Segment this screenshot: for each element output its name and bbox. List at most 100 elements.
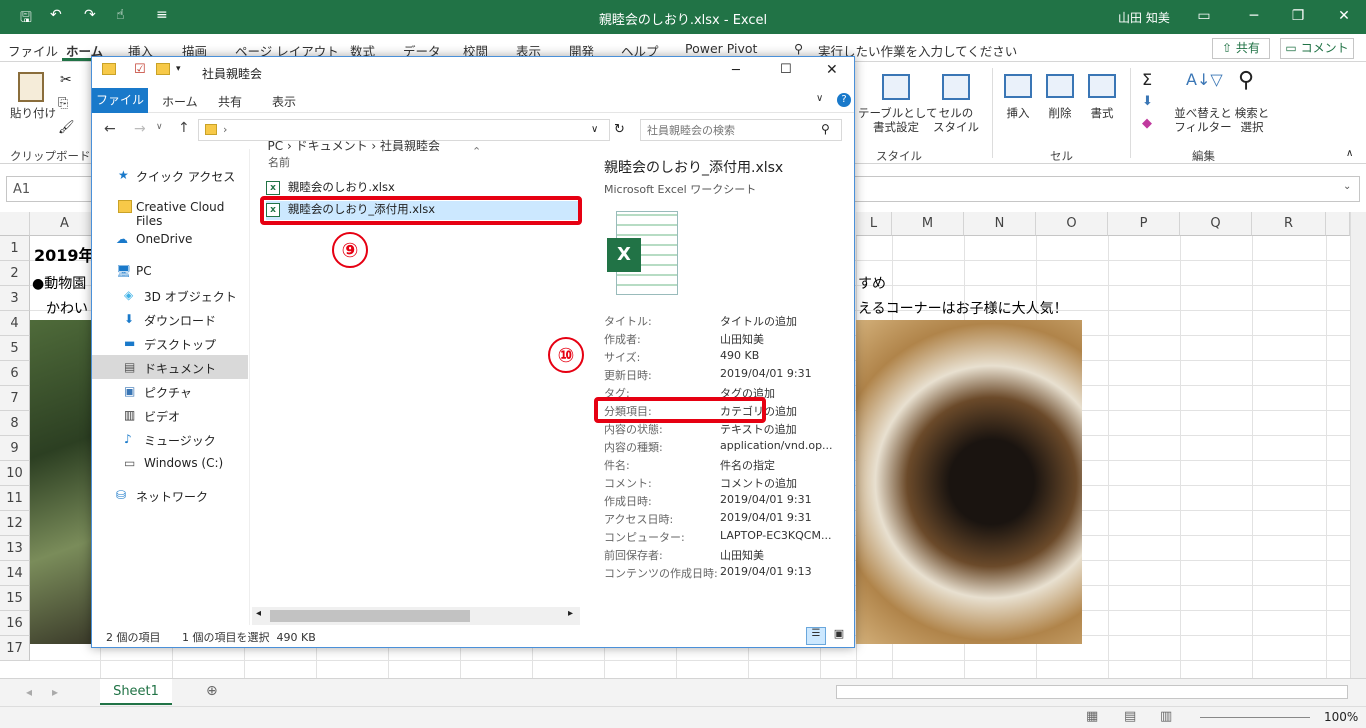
- property-value[interactable]: 山田知美: [720, 331, 764, 347]
- restore-icon[interactable]: ❐: [1286, 5, 1310, 27]
- property-value[interactable]: 2019/04/01 9:31: [720, 493, 812, 506]
- address-dropdown-icon[interactable]: ∨: [591, 124, 598, 135]
- nav-item-downloads[interactable]: ⬇ ダウンロード: [92, 307, 248, 331]
- properties-icon[interactable]: ☑: [134, 62, 146, 77]
- guinea-pig-photo[interactable]: [856, 320, 1082, 644]
- horizontal-scrollbar[interactable]: [836, 685, 1348, 699]
- scroll-left-icon[interactable]: ◂: [256, 608, 261, 619]
- minimize-icon[interactable]: ─: [732, 63, 740, 78]
- tab-home[interactable]: ホーム: [162, 93, 198, 110]
- column-header[interactable]: N: [964, 212, 1036, 236]
- nav-item-network[interactable]: ⛁ ネットワーク: [92, 483, 248, 507]
- select-all-corner[interactable]: [0, 212, 30, 236]
- garden-photo[interactable]: [30, 320, 92, 644]
- cut-icon[interactable]: ✂: [60, 72, 72, 88]
- copy-icon[interactable]: ⎘: [58, 96, 68, 111]
- insert-cells-icon[interactable]: [1004, 74, 1032, 98]
- tab-power-pivot[interactable]: Power Pivot: [685, 41, 757, 56]
- close-icon[interactable]: ✕: [1332, 5, 1356, 27]
- qat-dropdown-icon[interactable]: ▾: [176, 64, 181, 74]
- row-header[interactable]: 7: [0, 386, 30, 411]
- prev-sheet-icon[interactable]: ◂: [26, 685, 32, 699]
- column-header[interactable]: A: [30, 212, 100, 236]
- comment-button[interactable]: ▭ コメント: [1280, 38, 1354, 59]
- sort-filter-button[interactable]: 並べ替えと フィルター: [1172, 106, 1234, 134]
- maximize-icon[interactable]: ☐: [780, 62, 792, 77]
- zoom-slider[interactable]: [1200, 717, 1310, 718]
- address-bar[interactable]: › PC › ドキュメント › 社員親睦会 ∨: [198, 119, 610, 153]
- format-cells-button[interactable]: 書式: [1084, 106, 1120, 120]
- property-value[interactable]: 2019/04/01 9:13: [720, 565, 812, 578]
- page-break-view-icon[interactable]: ▥: [1160, 709, 1172, 724]
- row-header[interactable]: 14: [0, 561, 30, 586]
- row-header[interactable]: 17: [0, 636, 30, 661]
- horizontal-scrollbar[interactable]: ◂ ▸: [252, 607, 580, 625]
- page-layout-view-icon[interactable]: ▤: [1124, 709, 1136, 724]
- row-header[interactable]: 16: [0, 611, 30, 636]
- tab-file[interactable]: ファイル: [92, 88, 148, 113]
- cell-l3[interactable]: えるコーナーはお子様に大人気！: [858, 298, 1068, 318]
- cell-style-icon[interactable]: [942, 74, 970, 100]
- cell-style-button[interactable]: セルの スタイル: [926, 106, 986, 134]
- tab-share[interactable]: 共有: [218, 93, 242, 110]
- user-name[interactable]: 山田 知美: [1118, 9, 1170, 26]
- clear-icon[interactable]: ◆: [1142, 116, 1152, 131]
- expand-ribbon-icon[interactable]: ∨: [816, 93, 823, 104]
- cell-l2[interactable]: すめ: [858, 273, 886, 293]
- row-header[interactable]: 11: [0, 486, 30, 511]
- property-value[interactable]: 2019/04/01 9:31: [720, 511, 812, 524]
- delete-cells-button[interactable]: 削除: [1042, 106, 1078, 120]
- paste-button[interactable]: 貼り付け: [6, 106, 60, 120]
- vertical-scrollbar[interactable]: [1350, 212, 1366, 678]
- row-header[interactable]: 9: [0, 436, 30, 461]
- property-value[interactable]: 490 KB: [720, 349, 759, 362]
- search-icon[interactable]: ⚲: [794, 41, 803, 56]
- find-icon[interactable]: ⚲: [1238, 68, 1254, 93]
- row-header[interactable]: 3: [0, 286, 30, 311]
- format-painter-icon[interactable]: 🖌: [58, 120, 75, 135]
- up-arrow-icon[interactable]: ↑: [178, 120, 190, 136]
- row-header[interactable]: 8: [0, 411, 30, 436]
- tab-file[interactable]: ファイル: [8, 41, 58, 60]
- nav-item-creative-cloud[interactable]: Creative Cloud Files: [92, 195, 248, 228]
- nav-item-quick-access[interactable]: ★ クイック アクセス: [92, 163, 248, 187]
- search-input[interactable]: [647, 122, 817, 138]
- add-sheet-icon[interactable]: ⊕: [206, 683, 218, 699]
- search-box[interactable]: ⚲: [640, 119, 842, 141]
- nav-item-desktop[interactable]: ▬ デスクトップ: [92, 331, 248, 355]
- column-header[interactable]: O: [1036, 212, 1108, 236]
- column-header-name[interactable]: 名前: [268, 154, 290, 170]
- row-header[interactable]: 12: [0, 511, 30, 536]
- property-value[interactable]: application/vnd.op...: [720, 439, 833, 452]
- refresh-icon[interactable]: ↻: [614, 122, 625, 137]
- column-header[interactable]: P: [1108, 212, 1180, 236]
- scroll-right-icon[interactable]: ▸: [568, 608, 573, 619]
- column-header[interactable]: R: [1252, 212, 1326, 236]
- next-sheet-icon[interactable]: ▸: [52, 685, 58, 699]
- recent-dropdown-icon[interactable]: ∨: [156, 122, 163, 132]
- row-header[interactable]: 15: [0, 586, 30, 611]
- scrollbar-thumb[interactable]: [270, 610, 470, 622]
- share-button[interactable]: ⇧ 共有: [1212, 38, 1270, 59]
- ribbon-display-icon[interactable]: ▭: [1192, 5, 1216, 27]
- nav-item-pc[interactable]: 🖥 PC: [92, 259, 248, 283]
- row-header[interactable]: 2: [0, 261, 30, 286]
- close-icon[interactable]: ✕: [826, 62, 838, 78]
- row-header[interactable]: 5: [0, 336, 30, 361]
- row-header[interactable]: 4: [0, 311, 30, 336]
- sheet-tab-sheet1[interactable]: Sheet1: [100, 679, 172, 705]
- sort-filter-icon[interactable]: A↓▽: [1186, 70, 1223, 89]
- find-select-button[interactable]: 検索と 選択: [1230, 106, 1274, 134]
- property-value[interactable]: 件名の指定: [720, 457, 775, 473]
- tab-view[interactable]: 表示: [272, 93, 296, 110]
- nav-item-windows-c[interactable]: ▭ Windows (C:): [92, 451, 248, 475]
- paste-icon[interactable]: [18, 72, 44, 102]
- nav-item-3d-objects[interactable]: ◈ 3D オブジェクト: [92, 283, 248, 307]
- property-value[interactable]: タイトルの追加: [720, 313, 797, 329]
- column-header[interactable]: Q: [1180, 212, 1252, 236]
- nav-item-documents[interactable]: ▤ ドキュメント: [92, 355, 248, 379]
- row-header[interactable]: 6: [0, 361, 30, 386]
- large-icons-view-icon[interactable]: ▣: [830, 627, 848, 645]
- nav-item-music[interactable]: ♪ ミュージック: [92, 427, 248, 451]
- format-as-table-button[interactable]: テーブルとして 書式設定: [858, 106, 937, 134]
